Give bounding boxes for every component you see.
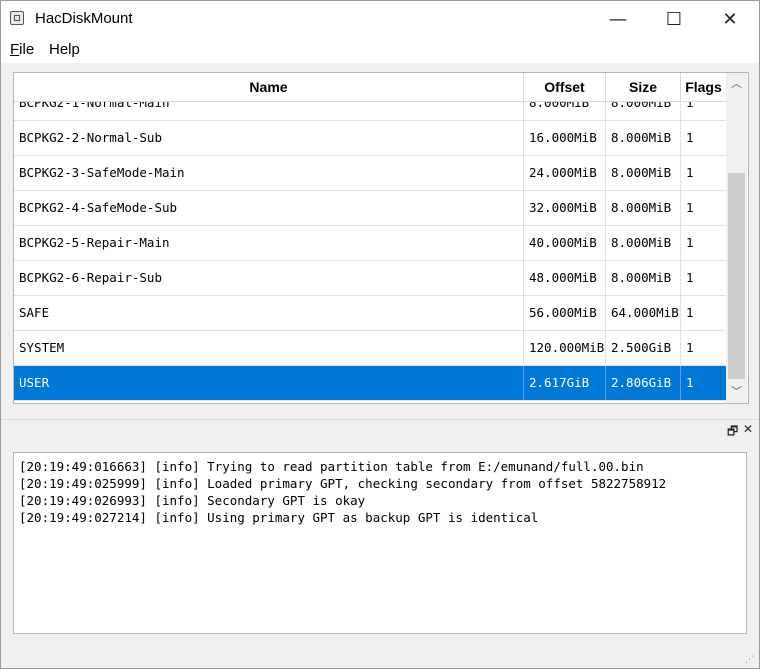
cell-flags: 1: [686, 305, 694, 320]
cell-name: BCPKG2-6-Repair-Sub: [14, 261, 524, 295]
table-body: BCPKG2-1-Normal-Main 8.000MiB 8.000MiB 1…: [14, 102, 726, 402]
cell-name: SYSTEM: [14, 331, 524, 365]
log-line: [20:19:49:025999] [info] Loaded primary …: [19, 476, 667, 491]
cell-offset: 40.000MiB: [524, 226, 606, 260]
partition-table: Name Offset Size Flags BCPKG2-1-Normal-M…: [13, 72, 749, 404]
cell-name: BCPKG2-2-Normal-Sub: [14, 121, 524, 155]
log-line: [20:19:49:026993] [info] Secondary GPT i…: [19, 493, 366, 508]
maximize-button[interactable]: ☐: [646, 1, 702, 37]
menu-file-accel: F: [10, 41, 20, 58]
scrollbar-thumb[interactable]: [728, 173, 745, 379]
cell-name: USER: [14, 366, 524, 400]
cell-offset: 24.000MiB: [524, 156, 606, 190]
table-row[interactable]: BCPKG2-4-SafeMode-Sub 32.000MiB 8.000MiB…: [14, 191, 726, 226]
cell-size: 8.000MiB: [606, 121, 681, 155]
title-bar[interactable]: HacDiskMount — ☐ ✕: [1, 1, 759, 37]
cell-offset: 16.000MiB: [524, 121, 606, 155]
cell-flags: 1: [686, 102, 694, 110]
minimize-button[interactable]: —: [590, 1, 646, 37]
cell-size: 8.000MiB: [606, 102, 681, 120]
column-header-size[interactable]: Size: [606, 73, 681, 101]
column-header-offset[interactable]: Offset: [524, 73, 606, 101]
cell-size: 8.000MiB: [606, 226, 681, 260]
table-row[interactable]: SAFE 56.000MiB 64.000MiB 1: [14, 296, 726, 331]
cell-flags: 1: [686, 270, 694, 285]
cell-offset: 8.000MiB: [524, 102, 606, 120]
log-line: [20:19:49:027214] [info] Using primary G…: [19, 510, 539, 525]
column-header-name[interactable]: Name: [14, 73, 524, 101]
table-row[interactable]: BCPKG2-1-Normal-Main 8.000MiB 8.000MiB 1: [14, 102, 726, 121]
cell-name: BCPKG2-1-Normal-Main: [14, 102, 524, 120]
table-row-selected[interactable]: USER 2.617GiB 2.806GiB 1: [14, 366, 726, 401]
cell-size: 8.000MiB: [606, 156, 681, 190]
vertical-scrollbar[interactable]: ︿ ﹀: [726, 73, 747, 403]
app-icon: [10, 11, 24, 25]
scroll-up-icon[interactable]: ︿: [726, 75, 747, 93]
dock-float-icon[interactable]: 🗗: [727, 422, 738, 443]
cell-size: 64.000MiB: [606, 296, 681, 330]
menu-bar: File Help: [1, 37, 759, 63]
cell-offset: 32.000MiB: [524, 191, 606, 225]
cell-flags: 1: [686, 165, 694, 180]
log-line: [20:19:49:016663] [info] Trying to read …: [19, 459, 644, 474]
resize-grip-icon[interactable]: ⋰: [745, 655, 755, 665]
cell-flags: 1: [686, 200, 694, 215]
dock-title-bar[interactable]: 🗗 ✕: [1, 419, 759, 440]
cell-size: 8.000MiB: [606, 261, 681, 295]
table-header: Name Offset Size Flags: [14, 73, 726, 102]
menu-help[interactable]: Help: [49, 41, 80, 58]
cell-offset: 56.000MiB: [524, 296, 606, 330]
cell-size: 2.500GiB: [606, 331, 681, 365]
menu-file[interactable]: File: [10, 41, 34, 58]
scroll-down-icon[interactable]: ﹀: [726, 383, 747, 401]
log-panel[interactable]: [20:19:49:016663] [info] Trying to read …: [13, 452, 747, 634]
app-window: HacDiskMount — ☐ ✕ File Help Name Offset…: [0, 0, 760, 669]
close-button[interactable]: ✕: [702, 1, 758, 37]
table-row[interactable]: BCPKG2-6-Repair-Sub 48.000MiB 8.000MiB 1: [14, 261, 726, 296]
dock-close-icon[interactable]: ✕: [743, 422, 753, 436]
cell-name: BCPKG2-3-SafeMode-Main: [14, 156, 524, 190]
cell-flags: 1: [686, 130, 694, 145]
menu-file-label: ile: [19, 41, 35, 58]
cell-flags: 1: [686, 340, 694, 355]
table-row[interactable]: BCPKG2-5-Repair-Main 40.000MiB 8.000MiB …: [14, 226, 726, 261]
cell-flags: 1: [686, 235, 694, 250]
cell-offset: 120.000MiB: [524, 331, 606, 365]
window-title: HacDiskMount: [35, 10, 133, 27]
cell-flags: 1: [686, 375, 694, 390]
column-header-flags[interactable]: Flags: [681, 73, 726, 101]
table-row[interactable]: BCPKG2-2-Normal-Sub 16.000MiB 8.000MiB 1: [14, 121, 726, 156]
cell-offset: 2.617GiB: [524, 366, 606, 400]
cell-size: 8.000MiB: [606, 191, 681, 225]
table-row[interactable]: BCPKG2-3-SafeMode-Main 24.000MiB 8.000Mi…: [14, 156, 726, 191]
cell-size: 2.806GiB: [606, 366, 681, 400]
cell-offset: 48.000MiB: [524, 261, 606, 295]
table-row[interactable]: SYSTEM 120.000MiB 2.500GiB 1: [14, 331, 726, 366]
cell-name: BCPKG2-4-SafeMode-Sub: [14, 191, 524, 225]
cell-name: SAFE: [14, 296, 524, 330]
cell-name: BCPKG2-5-Repair-Main: [14, 226, 524, 260]
menu-help-label: Help: [49, 41, 80, 58]
